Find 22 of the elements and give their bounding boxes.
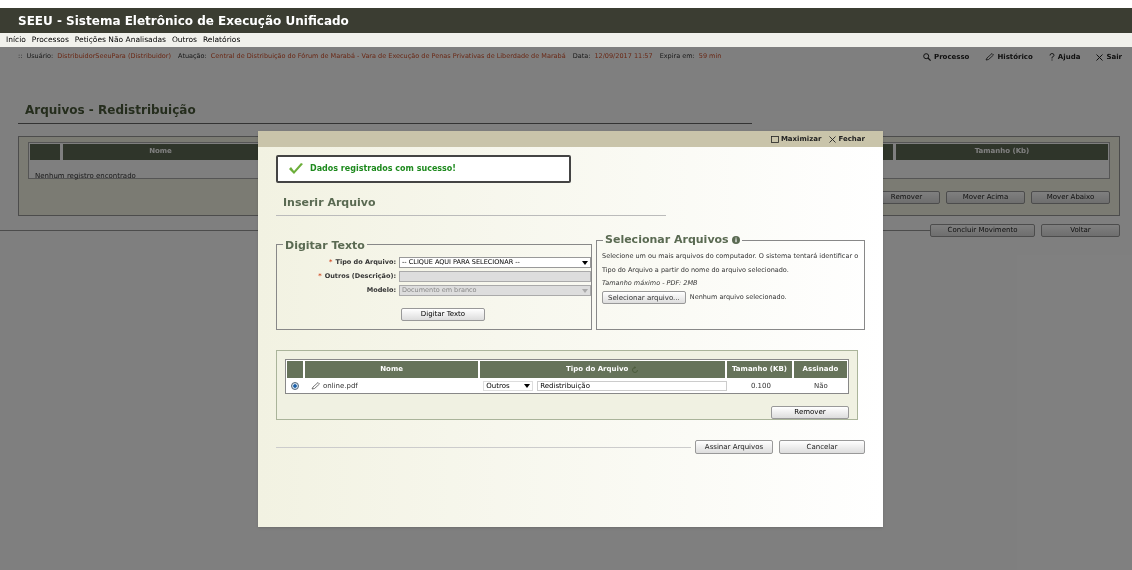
refresh-icon (631, 365, 640, 374)
pencil-icon[interactable] (310, 382, 320, 390)
fieldset-legend: Selecionar Arquivos (605, 232, 729, 249)
section-title: Inserir Arquivo (283, 196, 376, 209)
info-icon (731, 236, 740, 245)
table-header-cell (287, 361, 304, 378)
help-icon (1048, 53, 1055, 62)
window-icon (770, 135, 779, 143)
caret-icon (582, 288, 588, 293)
radio-button[interactable] (290, 382, 299, 390)
app-title: SEEU - Sistema Eletrônico de Execução Unificado (18, 12, 349, 30)
page-title: Arquivos - Redistribuição (25, 102, 196, 117)
checkmark-icon (288, 163, 304, 175)
table-header-cell (30, 143, 60, 160)
close-icon (829, 135, 837, 143)
search-icon (923, 53, 931, 62)
success-message: Dados registrados com sucesso! (310, 163, 456, 175)
caret-icon (582, 260, 588, 265)
close-icon (1096, 53, 1104, 61)
pencil-icon (985, 53, 995, 62)
fieldset-legend: Digitar Texto (285, 239, 365, 252)
caret-icon (524, 384, 531, 388)
